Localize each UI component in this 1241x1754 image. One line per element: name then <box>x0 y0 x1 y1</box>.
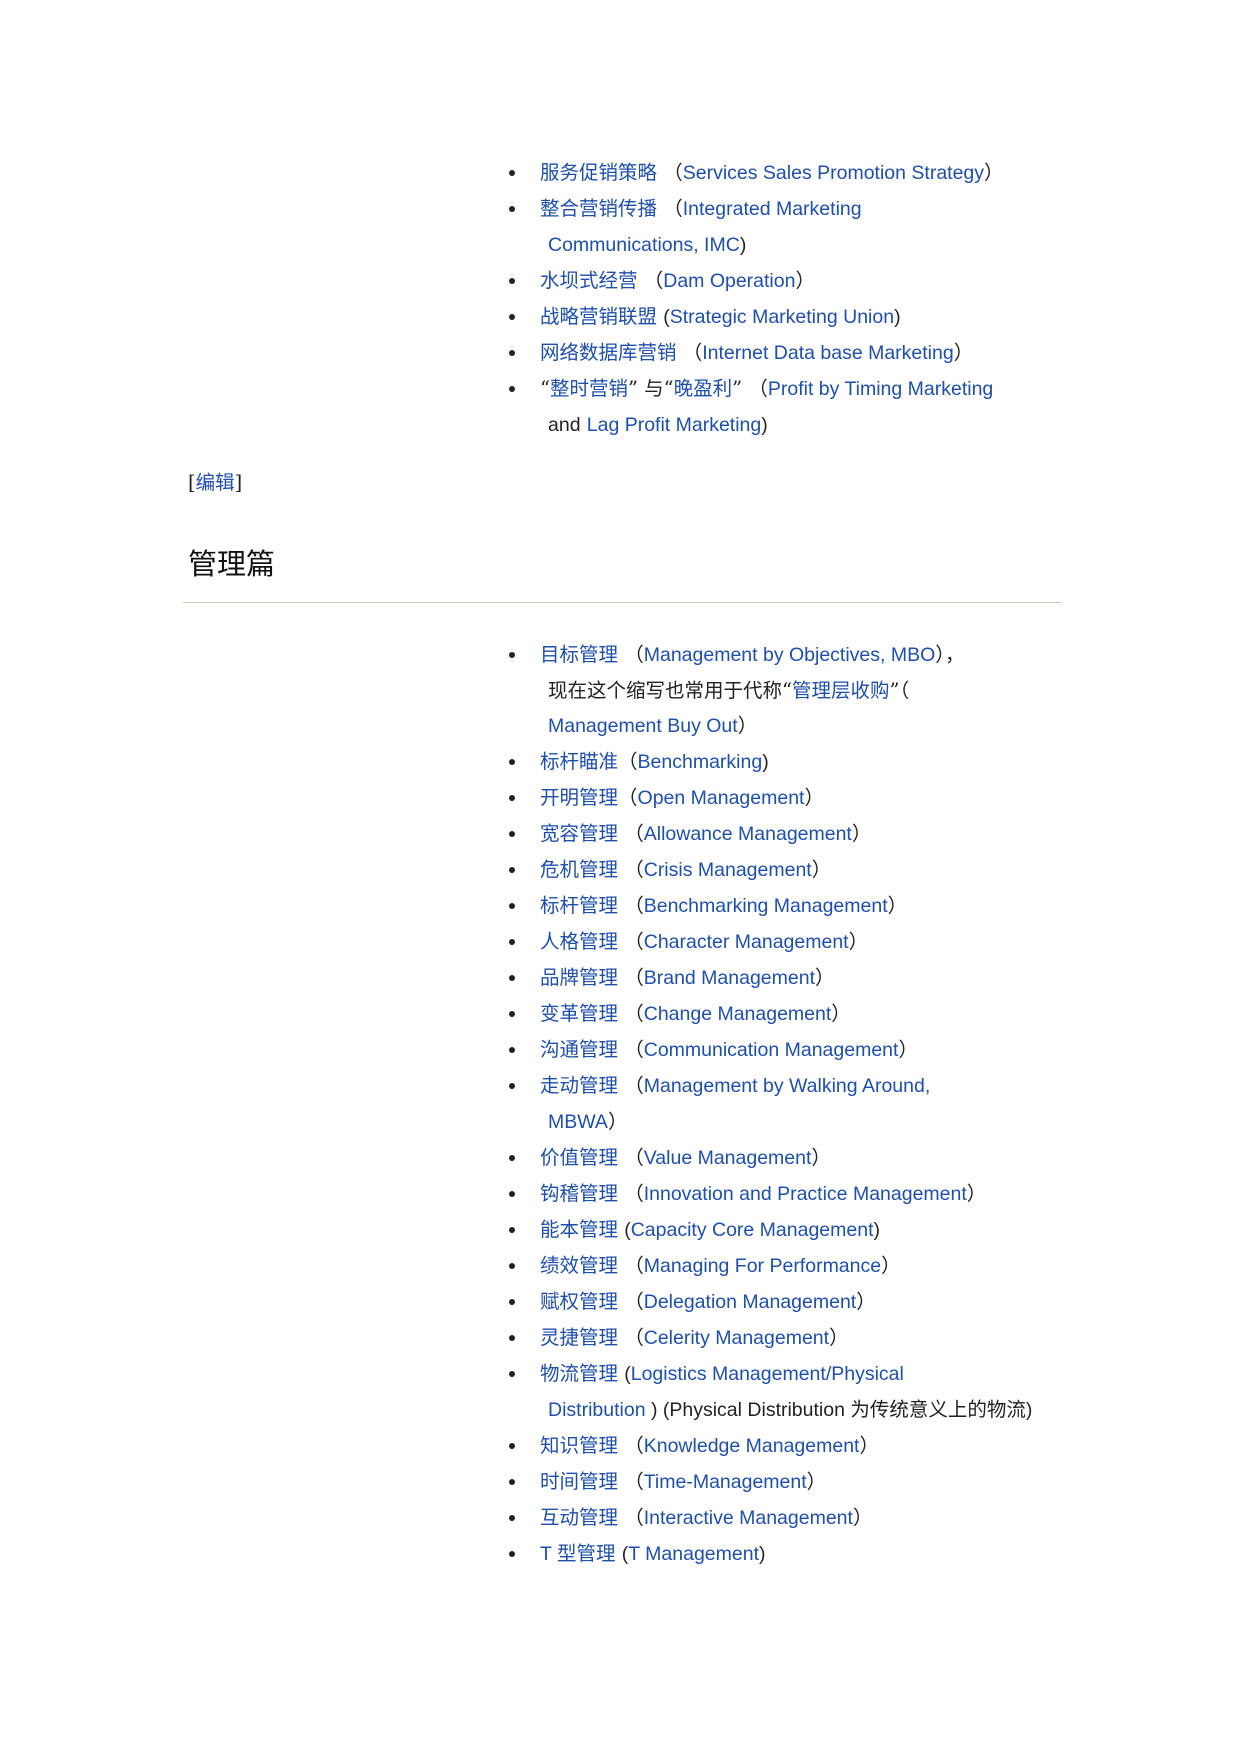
term-link-zh[interactable]: T 型管理 <box>540 1542 616 1565</box>
list-item: 时间管理 （Time-Management） <box>509 1464 1039 1500</box>
term-link-en-2[interactable]: Lag Profit Marketing <box>587 414 762 436</box>
term-link-zh[interactable]: 人格管理 <box>540 930 618 953</box>
list-item: 变革管理 （Change Management） <box>509 996 1039 1032</box>
list-item: 危机管理 （Crisis Management） <box>509 852 1039 888</box>
term-link-zh[interactable]: 品牌管理 <box>540 966 618 989</box>
list-item: 走动管理 （Management by Walking Around, MBWA… <box>509 1068 1039 1140</box>
list-item: 灵捷管理 （Celerity Management） <box>509 1320 1039 1356</box>
term-link-en[interactable]: Managing For Performance <box>644 1255 881 1277</box>
term-link-en-cont[interactable]: Distribution <box>548 1399 646 1421</box>
list-item: 互动管理 （Interactive Management） <box>509 1500 1039 1536</box>
term-link-zh-2[interactable]: 晚盈利 <box>674 377 733 400</box>
list-item: 绩效管理 （Managing For Performance） <box>509 1248 1039 1284</box>
term-link-zh[interactable]: 危机管理 <box>540 858 618 881</box>
marketing-terms-list: 服务促销策略 （Services Sales Promotion Strateg… <box>509 155 1039 443</box>
term-link-en[interactable]: Change Management <box>644 1003 832 1025</box>
term-link-zh[interactable]: 服务促销策略 <box>540 161 657 184</box>
term-link-en[interactable]: Management by Objectives, MBO <box>644 644 936 666</box>
list-item: 物流管理 (Logistics Management/Physical Dist… <box>509 1356 1039 1428</box>
list-item: 目标管理 （Management by Objectives, MBO）， 现在… <box>509 637 1039 744</box>
term-link-en[interactable]: Communication Management <box>644 1039 899 1061</box>
term-link-en[interactable]: Interactive Management <box>644 1507 853 1529</box>
list-item: 开明管理（Open Management） <box>509 780 1039 816</box>
term-link-en[interactable]: Strategic Marketing Union <box>670 306 894 328</box>
term-link-en[interactable]: Crisis Management <box>644 859 812 881</box>
term-link-zh[interactable]: 沟通管理 <box>540 1038 618 1061</box>
term-link-en[interactable]: Open Management <box>638 787 805 809</box>
term-link-zh[interactable]: 整合营销传播 <box>540 197 657 220</box>
term-link-en[interactable]: Delegation Management <box>644 1291 856 1313</box>
term-link-en[interactable]: Character Management <box>644 931 849 953</box>
list-item: 服务促销策略 （Services Sales Promotion Strateg… <box>509 155 1039 191</box>
section-title: 管理篇 <box>188 547 276 581</box>
term-link-en[interactable]: T Management <box>628 1543 759 1565</box>
list-item: 标杆管理 （Benchmarking Management） <box>509 888 1039 924</box>
term-link-zh[interactable]: 绩效管理 <box>540 1254 618 1277</box>
term-link-en[interactable]: Internet Data base Marketing <box>702 342 953 364</box>
term-link-en[interactable]: Value Management <box>644 1147 812 1169</box>
term-link-zh[interactable]: 目标管理 <box>540 643 618 666</box>
list-item: T 型管理 (T Management) <box>509 1536 1039 1572</box>
term-link-en[interactable]: Innovation and Practice Management <box>644 1183 967 1205</box>
list-item: 网络数据库营销 （Internet Data base Marketing） <box>509 335 1039 371</box>
term-link-zh[interactable]: 标杆瞄准 <box>540 750 618 773</box>
term-link-en[interactable]: Capacity Core Management <box>631 1219 874 1241</box>
list-item: 标杆瞄准（Benchmarking) <box>509 744 1039 780</box>
term-link-zh[interactable]: 钩稽管理 <box>540 1182 618 1205</box>
term-link-en[interactable]: Profit by Timing Marketing <box>768 378 993 400</box>
term-link-zh[interactable]: 价值管理 <box>540 1146 618 1169</box>
edit-section-link: [编辑] <box>188 471 243 494</box>
list-item: 赋权管理 （Delegation Management） <box>509 1284 1039 1320</box>
list-item: 品牌管理 （Brand Management） <box>509 960 1039 996</box>
list-item: 价值管理 （Value Management） <box>509 1140 1039 1176</box>
list-item: 宽容管理 （Allowance Management） <box>509 816 1039 852</box>
list-item: “整时营销” 与“晚盈利” （Profit by Timing Marketin… <box>509 371 1039 443</box>
term-link-zh[interactable]: 知识管理 <box>540 1434 618 1457</box>
list-item: 能本管理 (Capacity Core Management) <box>509 1212 1039 1248</box>
management-terms-list: 目标管理 （Management by Objectives, MBO）， 现在… <box>509 637 1039 1572</box>
section-divider <box>183 602 1061 603</box>
term-link-zh[interactable]: 互动管理 <box>540 1506 618 1529</box>
term-link-zh[interactable]: 开明管理 <box>540 786 618 809</box>
list-item: 知识管理 （Knowledge Management） <box>509 1428 1039 1464</box>
term-link-zh[interactable]: 水坝式经营 <box>540 269 638 292</box>
term-link-en[interactable]: Integrated Marketing <box>683 198 862 220</box>
term-link-zh[interactable]: 变革管理 <box>540 1002 618 1025</box>
term-link-en[interactable]: Management by Walking Around, <box>644 1075 931 1097</box>
term-link-zh[interactable]: 网络数据库营销 <box>540 341 677 364</box>
term-link-en[interactable]: Benchmarking <box>638 751 763 773</box>
term-link-zh[interactable]: 能本管理 <box>540 1218 618 1241</box>
term-link-en[interactable]: Brand Management <box>644 967 815 989</box>
term-link-en[interactable]: Logistics Management/Physical <box>631 1363 904 1385</box>
term-link-zh[interactable]: 战略营销联盟 <box>540 305 657 328</box>
term-link-en[interactable]: Knowledge Management <box>644 1435 860 1457</box>
term-link-en-cont[interactable]: Communications, IMC <box>548 234 740 256</box>
term-link-en[interactable]: Benchmarking Management <box>644 895 888 917</box>
term-link-en[interactable]: Celerity Management <box>644 1327 829 1349</box>
term-link-zh[interactable]: 整时营销 <box>550 377 628 400</box>
term-link-en-cont[interactable]: MBWA <box>548 1111 608 1133</box>
term-link-zh[interactable]: 宽容管理 <box>540 822 618 845</box>
list-item: 水坝式经营 （Dam Operation） <box>509 263 1039 299</box>
term-link-zh[interactable]: 标杆管理 <box>540 894 618 917</box>
term-link-en[interactable]: Services Sales Promotion Strategy <box>683 162 984 184</box>
list-item: 人格管理 （Character Management） <box>509 924 1039 960</box>
list-item: 整合营销传播 （Integrated Marketing Communicati… <box>509 191 1039 263</box>
edit-link[interactable]: 编辑 <box>196 471 235 494</box>
term-link-zh[interactable]: 赋权管理 <box>540 1290 618 1313</box>
term-link-en-2[interactable]: Management Buy Out <box>548 715 738 737</box>
term-link-zh-2[interactable]: 管理层收购 <box>792 679 890 702</box>
list-item: 钩稽管理 （Innovation and Practice Management… <box>509 1176 1039 1212</box>
term-link-zh[interactable]: 灵捷管理 <box>540 1326 618 1349</box>
term-link-zh[interactable]: 走动管理 <box>540 1074 618 1097</box>
term-link-en[interactable]: Dam Operation <box>663 270 795 292</box>
term-link-en[interactable]: Time-Management <box>644 1471 807 1493</box>
list-item: 战略营销联盟 (Strategic Marketing Union) <box>509 299 1039 335</box>
term-link-zh[interactable]: 时间管理 <box>540 1470 618 1493</box>
term-link-zh[interactable]: 物流管理 <box>540 1362 618 1385</box>
list-item: 沟通管理 （Communication Management） <box>509 1032 1039 1068</box>
term-link-en[interactable]: Allowance Management <box>644 823 852 845</box>
